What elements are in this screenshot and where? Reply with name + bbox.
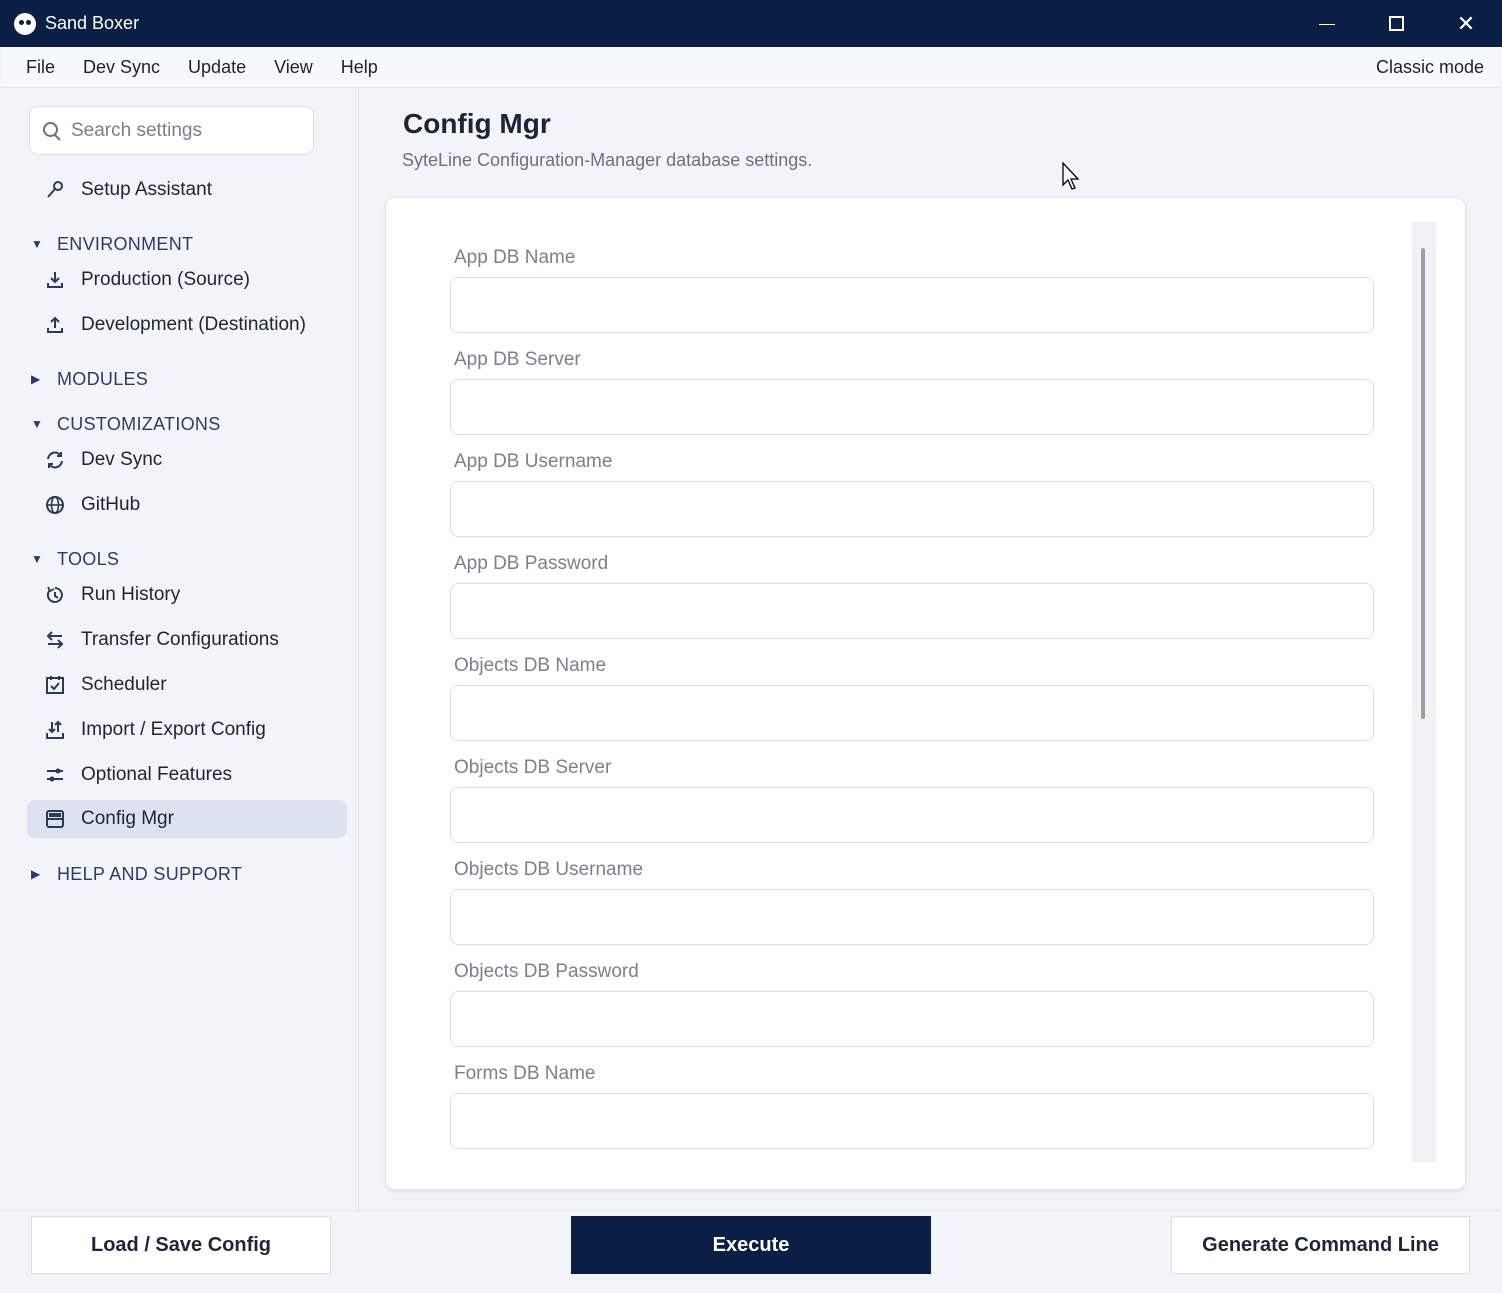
- execute-button[interactable]: Execute: [571, 1216, 931, 1274]
- menu-bar: File Dev Sync Update View Help Classic m…: [1, 47, 1501, 88]
- caret-down-icon: ▼: [31, 417, 44, 431]
- section-label: CUSTOMIZATIONS: [57, 413, 221, 434]
- window-title: Sand Boxer: [45, 13, 140, 33]
- maximize-button[interactable]: [1361, 0, 1431, 47]
- field-label-app-db-server: App DB Server: [454, 349, 581, 370]
- globe-icon: [43, 493, 67, 517]
- page-subtitle: SyteLine Configuration-Manager database …: [402, 150, 813, 170]
- field-label-forms-db-name: Forms DB Name: [454, 1063, 596, 1084]
- close-button[interactable]: ✕: [1431, 0, 1501, 47]
- menu-dev-sync[interactable]: Dev Sync: [69, 57, 174, 78]
- sidebar-item-label: GitHub: [81, 494, 141, 515]
- objects-db-username-input[interactable]: [450, 889, 1374, 945]
- sync-icon: [43, 448, 67, 472]
- sidebar-item-label: Setup Assistant: [81, 179, 212, 200]
- mouse-cursor-icon: [1062, 162, 1080, 190]
- section-label: TOOLS: [57, 548, 120, 569]
- sidebar-item-label: Import / Export Config: [81, 719, 266, 740]
- app-db-username-input[interactable]: [450, 481, 1374, 537]
- caret-down-icon: ▼: [31, 237, 44, 251]
- objects-db-password-input[interactable]: [450, 991, 1374, 1047]
- section-label: HELP AND SUPPORT: [57, 863, 243, 884]
- sliders-icon: [43, 763, 67, 787]
- caret-right-icon: ▶: [31, 867, 41, 881]
- upload-icon: [43, 313, 67, 337]
- field-label-objects-db-name: Objects DB Name: [454, 655, 607, 676]
- calendar-check-icon: [43, 673, 67, 697]
- app-db-name-input[interactable]: [450, 277, 1374, 333]
- section-customizations[interactable]: ▼ CUSTOMIZATIONS: [31, 412, 221, 436]
- sidebar-item-scheduler[interactable]: Scheduler: [27, 666, 347, 704]
- field-label-app-db-password: App DB Password: [454, 553, 609, 574]
- field-label-app-db-username: App DB Username: [454, 451, 613, 472]
- minimize-icon: [1319, 24, 1335, 25]
- sidebar-item-optional-features[interactable]: Optional Features: [27, 756, 347, 794]
- import-export-icon: [43, 718, 67, 742]
- field-label-objects-db-password: Objects DB Password: [454, 961, 639, 982]
- sidebar-item-config-mgr[interactable]: Config Mgr: [27, 800, 347, 838]
- sidebar-item-production[interactable]: Production (Source): [27, 261, 347, 299]
- section-label: MODULES: [57, 368, 149, 389]
- sidebar-item-label: Run History: [81, 584, 181, 605]
- app-db-server-input[interactable]: [450, 379, 1374, 435]
- maximize-icon: [1388, 16, 1404, 31]
- sidebar-item-label: Development (Destination): [81, 314, 306, 335]
- sidebar-item-github[interactable]: GitHub: [27, 486, 347, 524]
- minimize-button[interactable]: [1292, 0, 1362, 47]
- scrollbar-thumb[interactable]: [1421, 248, 1425, 719]
- menu-file[interactable]: File: [1, 57, 69, 78]
- menu-view[interactable]: View: [260, 57, 327, 78]
- search-input[interactable]: [71, 119, 291, 142]
- sidebar-item-dev-sync[interactable]: Dev Sync: [27, 441, 347, 479]
- caret-right-icon: ▶: [31, 372, 41, 386]
- field-label-app-db-name: App DB Name: [454, 247, 576, 268]
- sidebar-item-label: Production (Source): [81, 269, 250, 290]
- sidebar-item-label: Scheduler: [81, 674, 167, 695]
- sidebar-item-run-history[interactable]: Run History: [27, 576, 347, 614]
- objects-db-name-input[interactable]: [450, 685, 1374, 741]
- sidebar-item-label: Dev Sync: [81, 449, 163, 470]
- menu-help[interactable]: Help: [327, 57, 392, 78]
- app-db-password-input[interactable]: [450, 583, 1374, 639]
- settings-card: App DB Name App DB Server App DB Usernam…: [385, 197, 1466, 1190]
- classic-mode-link[interactable]: Classic mode: [1376, 57, 1484, 78]
- section-help-support[interactable]: ▶ HELP AND SUPPORT: [31, 862, 242, 886]
- section-label: ENVIRONMENT: [57, 233, 194, 254]
- sidebar-item-label: Optional Features: [81, 764, 233, 785]
- page-title: Config Mgr: [403, 108, 551, 139]
- sidebar-item-setup-assistant[interactable]: Setup Assistant: [27, 171, 347, 209]
- sidebar-item-label: Config Mgr: [81, 808, 174, 829]
- sidebar-item-development[interactable]: Development (Destination): [27, 306, 347, 344]
- history-icon: [43, 583, 67, 607]
- close-icon: ✕: [1456, 10, 1476, 36]
- section-modules[interactable]: ▶ MODULES: [31, 367, 148, 391]
- transfer-icon: [43, 628, 67, 652]
- section-tools[interactable]: ▼ TOOLS: [31, 547, 119, 571]
- database-icon: [43, 807, 67, 831]
- app-logo-icon: [14, 12, 36, 35]
- wrench-icon: [43, 178, 67, 202]
- download-icon: [43, 268, 67, 292]
- sidebar-item-label: Transfer Configurations: [81, 629, 279, 650]
- sidebar-item-import-export[interactable]: Import / Export Config: [27, 711, 347, 749]
- sidebar: Setup Assistant ▼ ENVIRONMENT Production…: [1, 88, 359, 1210]
- forms-db-name-input[interactable]: [450, 1093, 1374, 1149]
- menu-update[interactable]: Update: [174, 57, 260, 78]
- search-icon: [43, 121, 61, 140]
- sidebar-item-transfer-configurations[interactable]: Transfer Configurations: [27, 621, 347, 659]
- title-bar: Sand Boxer ✕: [0, 0, 1502, 47]
- section-environment[interactable]: ▼ ENVIRONMENT: [31, 232, 193, 256]
- search-box[interactable]: [29, 106, 314, 155]
- footer-bar: Load / Save Config Execute Generate Comm…: [1, 1210, 1501, 1293]
- generate-command-line-button[interactable]: Generate Command Line: [1171, 1216, 1470, 1274]
- caret-down-icon: ▼: [31, 552, 44, 566]
- objects-db-server-input[interactable]: [450, 787, 1374, 843]
- load-save-config-button[interactable]: Load / Save Config: [31, 1216, 331, 1274]
- field-label-objects-db-username: Objects DB Username: [454, 859, 644, 880]
- field-label-objects-db-server: Objects DB Server: [454, 757, 612, 778]
